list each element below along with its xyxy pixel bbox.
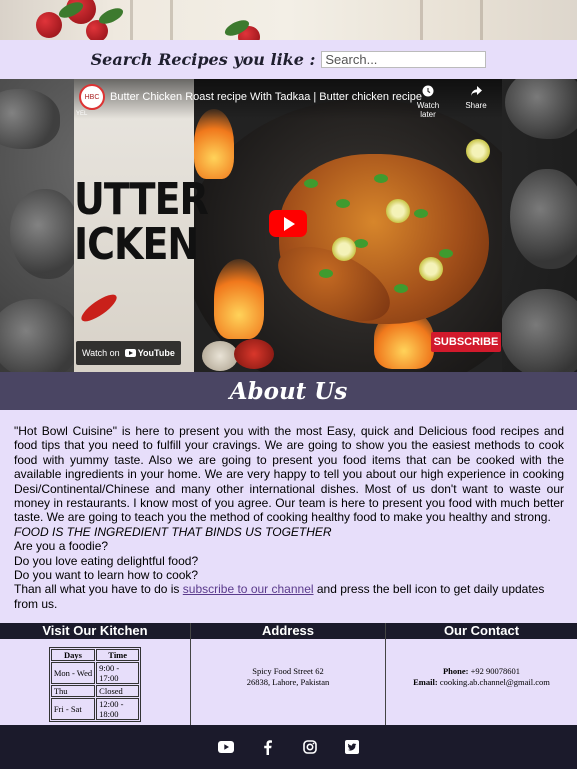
channel-avatar[interactable]: HBC <box>79 84 105 110</box>
facebook-icon[interactable] <box>259 738 277 756</box>
thumbnail-word-2: ICKEN <box>74 218 199 270</box>
hours-time: Closed <box>96 685 140 697</box>
search-bar: Search Recipes you like : <box>0 40 577 79</box>
address-line-2: 26838, Lahore, Pakistan <box>246 677 330 687</box>
watch-on-label: Watch on <box>82 348 120 358</box>
instagram-icon[interactable] <box>301 738 319 756</box>
table-row: Mon - Wed 9:00 - 17:00 <box>50 662 140 684</box>
search-label: Search Recipes you like : <box>90 50 316 69</box>
social-footer <box>0 725 577 769</box>
subscribe-channel-link[interactable]: subscribe to our channel <box>183 582 314 596</box>
email-label: Email: <box>413 677 438 687</box>
address-heading: Address <box>191 623 385 639</box>
contact-block: Phone: +92 90078601 Email: cooking.ab.ch… <box>386 639 577 688</box>
video-thumbnail-text-panel: UTTER ICKEN <box>74 79 209 372</box>
contact-email: Email: cooking.ab.channel@gmail.com <box>386 677 577 688</box>
about-cta: Than all what you have to do is subscrib… <box>14 582 564 611</box>
address-line-1: Spicy Food Street 62 <box>252 666 324 676</box>
table-row: Fri - Sat 12:00 - 18:00 <box>50 698 140 720</box>
video-subscribe-overlay: SUBSCRIBE <box>431 332 501 352</box>
about-question-1: Are you a foodie? <box>14 539 109 554</box>
hours-days: Thu <box>50 685 96 697</box>
opening-hours-table: Days Time Mon - Wed 9:00 - 17:00 Thu Clo… <box>48 647 142 722</box>
share-button[interactable]: Share <box>456 85 496 110</box>
hours-time: 9:00 - 17:00 <box>96 662 140 684</box>
header-banner-image <box>0 0 577 40</box>
watch-later-button[interactable]: Watch later <box>408 85 448 119</box>
video-title[interactable]: Butter Chicken Roast recipe With Tadkaa … <box>110 91 422 103</box>
about-question-3: Do you want to learn how to cook? <box>14 568 199 583</box>
play-icon <box>284 216 295 231</box>
youtube-logo-icon: YouTube <box>124 348 175 358</box>
watch-on-youtube-link[interactable]: Watch on YouTube <box>76 341 181 365</box>
about-tagline: FOOD IS THE INGREDIENT THAT BINDS US TOG… <box>14 524 332 539</box>
footer-info: Visit Our Kitchen Days Time Mon - Wed 9:… <box>0 623 577 725</box>
about-question-2: Do you love eating delightful food? <box>14 553 199 568</box>
clock-icon <box>408 85 448 100</box>
hours-header-time: Time <box>96 649 140 661</box>
hero-section: UTTER ICKEN HBC YEL Butter Chicken Roast… <box>0 79 577 372</box>
contact-heading: Our Contact <box>386 623 577 639</box>
table-row: Thu Closed <box>50 685 140 697</box>
share-icon <box>456 85 496 100</box>
about-paragraph: "Hot Bowl Cuisine" is here to present yo… <box>14 424 564 525</box>
share-label: Share <box>465 101 487 110</box>
kitchen-column: Visit Our Kitchen Days Time Mon - Wed 9:… <box>0 623 191 725</box>
youtube-icon[interactable] <box>217 738 235 756</box>
about-section: "Hot Bowl Cuisine" is here to present yo… <box>0 410 577 623</box>
hours-days: Mon - Wed <box>50 662 96 684</box>
thumbnail-word-1: UTTER <box>74 173 209 225</box>
hours-time: 12:00 - 18:00 <box>96 698 140 720</box>
email-value: cooking.ab.channel@gmail.com <box>439 677 550 687</box>
video-embed[interactable]: UTTER ICKEN HBC YEL Butter Chicken Roast… <box>74 79 502 372</box>
about-header: About Us <box>0 372 577 410</box>
address-block: Spicy Food Street 62 26838, Lahore, Paki… <box>191 639 385 688</box>
play-button[interactable] <box>269 210 307 237</box>
contact-column: Our Contact Phone: +92 90078601 Email: c… <box>386 623 577 725</box>
phone-label: Phone: <box>442 666 469 676</box>
channel-name-fragment: YEL <box>76 111 88 117</box>
phone-value: +92 90078601 <box>470 666 521 676</box>
hours-header-days: Days <box>50 649 96 661</box>
kitchen-heading: Visit Our Kitchen <box>0 623 190 639</box>
cta-text-before: Than all what you have to do is <box>14 582 183 597</box>
address-column: Address Spicy Food Street 62 26838, Laho… <box>191 623 386 725</box>
about-heading: About Us <box>229 377 348 405</box>
hours-days: Fri - Sat <box>50 698 96 720</box>
watch-later-label: Watch later <box>416 101 440 119</box>
search-input[interactable] <box>321 51 487 68</box>
twitter-icon[interactable] <box>343 738 361 756</box>
contact-phone: Phone: +92 90078601 <box>386 666 577 677</box>
